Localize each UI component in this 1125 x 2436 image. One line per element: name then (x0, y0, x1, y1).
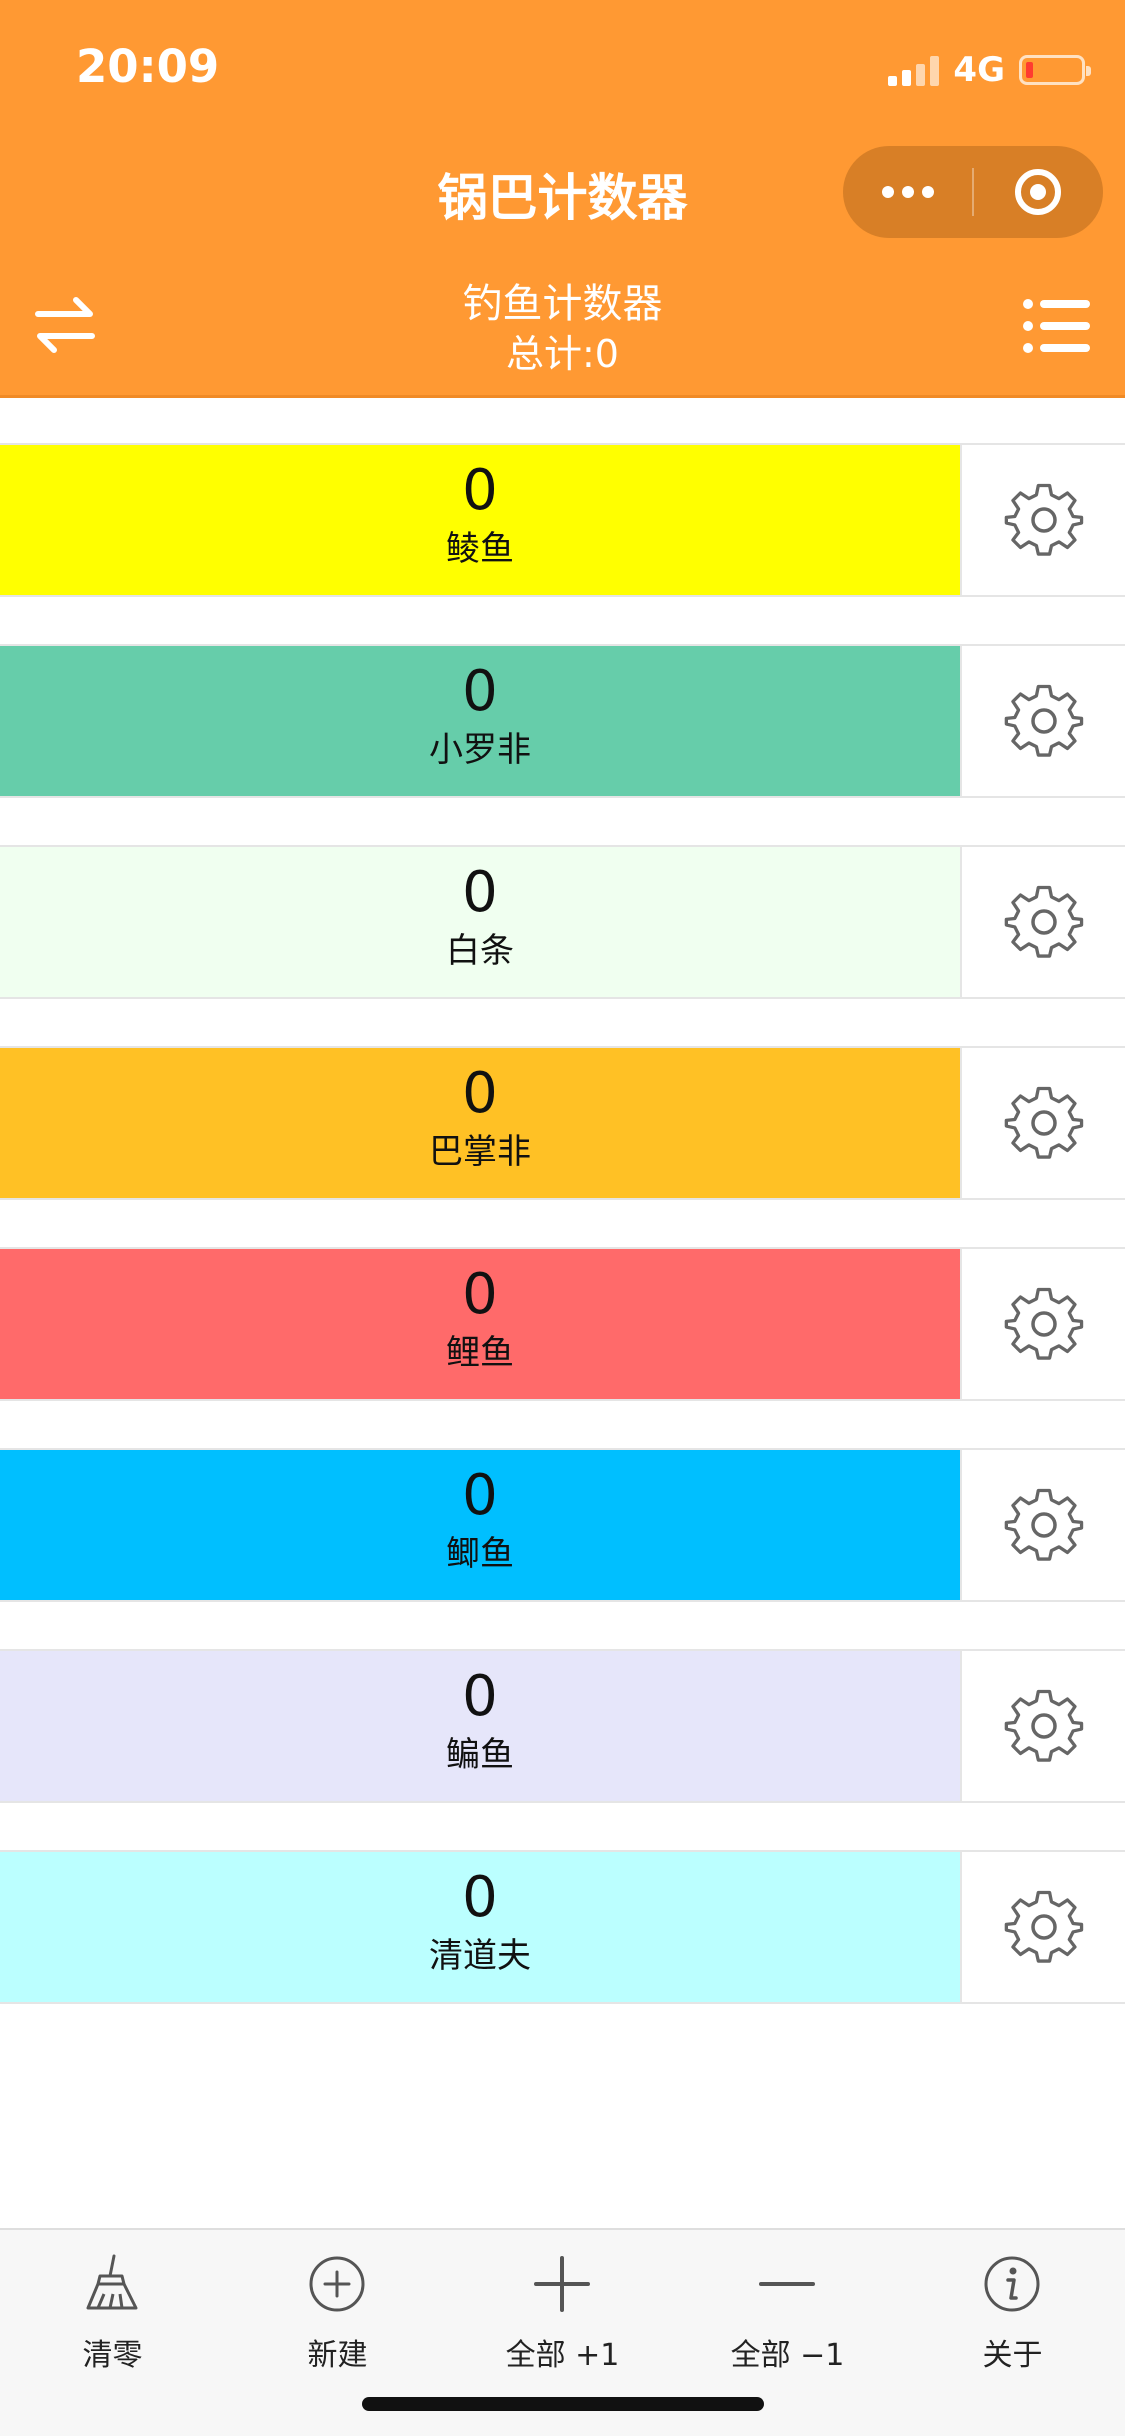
counter-value: 0 (462, 1664, 498, 1729)
counter-row: 0 鲤鱼 (0, 1247, 1125, 1401)
network-type: 4G (953, 50, 1005, 90)
counter-value: 0 (462, 1262, 498, 1327)
counter-name: 鲫鱼 (446, 1534, 514, 1574)
all-minus-one-button[interactable]: 全部 −1 (675, 2252, 900, 2373)
counter-row: 0 鲮鱼 (0, 443, 1125, 597)
counter-value: 0 (462, 1463, 498, 1528)
counter-row: 0 清道夫 (0, 1850, 1125, 2004)
counter-row: 0 鳊鱼 (0, 1649, 1125, 1803)
gear-icon[interactable] (960, 1852, 1125, 2002)
gear-icon[interactable] (960, 1249, 1125, 1399)
minus-icon (759, 2282, 815, 2286)
header-bar: 20:09 4G 锅巴计数器 钓鱼计数器 总计:0 (0, 0, 1125, 398)
counter-value: 0 (462, 458, 498, 523)
more-icon[interactable] (843, 146, 973, 238)
gear-icon[interactable] (960, 445, 1125, 595)
gear-icon[interactable] (960, 847, 1125, 997)
gear-icon[interactable] (960, 1048, 1125, 1198)
new-label: 新建 (307, 2338, 368, 2373)
counter-increment-area[interactable]: 0 鲫鱼 (0, 1450, 960, 1600)
status-time: 20:09 (76, 40, 220, 93)
counter-name: 鳊鱼 (446, 1735, 514, 1775)
counter-row: 0 巴掌非 (0, 1046, 1125, 1200)
counter-increment-area[interactable]: 0 小罗非 (0, 646, 960, 796)
counter-value: 0 (462, 659, 498, 724)
counter-name: 鲤鱼 (446, 1333, 514, 1373)
counter-group-title: 钓鱼计数器 (462, 281, 663, 327)
counter-name: 小罗非 (429, 730, 531, 770)
counter-name: 白条 (446, 931, 514, 971)
about-button[interactable]: 关于 (900, 2252, 1125, 2373)
counter-value: 0 (462, 1061, 498, 1126)
plus-icon (534, 2256, 590, 2312)
counter-row: 0 白条 (0, 845, 1125, 999)
counter-increment-area[interactable]: 0 巴掌非 (0, 1048, 960, 1198)
counter-increment-area[interactable]: 0 鲮鱼 (0, 445, 960, 595)
counter-increment-area[interactable]: 0 鳊鱼 (0, 1651, 960, 1801)
counter-name: 巴掌非 (429, 1132, 531, 1172)
status-indicators: 4G (888, 48, 1091, 92)
counter-name: 鲮鱼 (446, 529, 514, 569)
menu-list-icon[interactable] (1022, 296, 1092, 356)
gear-icon[interactable] (960, 1450, 1125, 1600)
home-indicator (362, 2397, 764, 2411)
gear-icon[interactable] (960, 646, 1125, 796)
counter-name: 清道夫 (429, 1936, 531, 1976)
counter-row: 0 小罗非 (0, 644, 1125, 798)
counter-increment-area[interactable]: 0 鲤鱼 (0, 1249, 960, 1399)
info-icon (984, 2256, 1040, 2312)
reset-label: 清零 (82, 2338, 143, 2373)
battery-icon (1019, 55, 1091, 85)
counter-value: 0 (462, 1865, 498, 1930)
all-minus-label: 全部 −1 (730, 2338, 845, 2373)
counter-row: 0 鲫鱼 (0, 1448, 1125, 1602)
signal-icon (888, 54, 940, 86)
mini-program-capsule (843, 146, 1103, 238)
about-label: 关于 (982, 2338, 1043, 2373)
counter-increment-area[interactable]: 0 清道夫 (0, 1852, 960, 2002)
broom-icon (86, 2254, 138, 2310)
counter-increment-area[interactable]: 0 白条 (0, 847, 960, 997)
gear-icon[interactable] (960, 1651, 1125, 1801)
all-plus-label: 全部 +1 (505, 2338, 620, 2373)
new-counter-button[interactable]: 新建 (225, 2252, 450, 2373)
plus-circle-icon (309, 2256, 365, 2312)
all-plus-one-button[interactable]: 全部 +1 (450, 2252, 675, 2373)
close-target-icon[interactable] (973, 146, 1103, 238)
reset-button[interactable]: 清零 (0, 2252, 225, 2373)
total-count: 总计:0 (506, 332, 619, 376)
bottom-toolbar: 清零 新建 全部 +1 全部 −1 关于 (0, 2228, 1125, 2436)
counter-value: 0 (462, 860, 498, 925)
